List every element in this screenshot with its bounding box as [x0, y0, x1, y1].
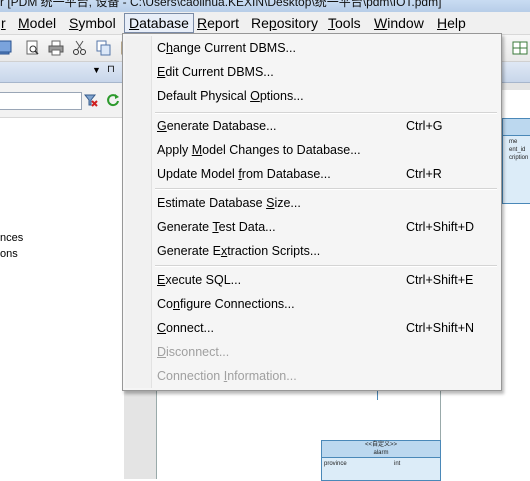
table-column-type: int: [394, 461, 401, 467]
menu-tools[interactable]: Tools: [324, 14, 365, 32]
table-title: <<自定义>> alarm: [322, 441, 440, 458]
menu-item-update-model-from-database[interactable]: Update Model from Database... Ctrl+R: [125, 162, 499, 186]
menu-separator: [155, 265, 497, 267]
menu-model[interactable]: Model: [14, 14, 60, 32]
table-symbol[interactable]: me ent_id cription: [502, 118, 530, 204]
menu-file[interactable]: r: [0, 14, 10, 32]
table-title: [503, 119, 530, 136]
menu-item-generate-database[interactable]: Generate Database... Ctrl+G: [125, 114, 499, 138]
menu-item-execute-sql[interactable]: Execute SQL... Ctrl+Shift+E: [125, 268, 499, 292]
database-icon[interactable]: [0, 40, 12, 56]
grid-icon[interactable]: [512, 40, 528, 56]
menu-item-edit-current-dbms[interactable]: Edit Current DBMS...: [125, 60, 499, 84]
menu-item-connection-information: Connection Information...: [157, 369, 297, 383]
browser-panel-header: ▼ ⊓: [0, 62, 124, 83]
menu-item-configure-connections[interactable]: Configure Connections...: [125, 292, 499, 316]
menu-separator: [155, 188, 497, 190]
table-column: me: [509, 139, 518, 145]
print-preview-icon[interactable]: [24, 40, 40, 56]
browser-panel-toolbar: [0, 83, 124, 118]
table-symbol-alarm[interactable]: <<自定义>> alarm province int: [321, 440, 441, 481]
refresh-icon[interactable]: [106, 93, 120, 107]
panel-menu-icon[interactable]: ▼: [92, 65, 101, 75]
tree-item[interactable]: ons: [0, 248, 18, 260]
print-icon[interactable]: [48, 40, 64, 56]
menu-database[interactable]: Database: [124, 13, 194, 33]
menu-item-generate-extraction-scripts[interactable]: Generate Extraction Scripts...: [125, 239, 499, 263]
table-column: cription: [509, 155, 529, 161]
menu-item-connect[interactable]: Connect... Ctrl+Shift+N: [125, 316, 499, 340]
window-title-bar: r [PDM 统一平台, 设备 - C:\Users\caolihua.KEXI…: [0, 0, 530, 12]
window-title: r [PDM 统一平台, 设备 - C:\Users\caolihua.KEXI…: [0, 0, 442, 9]
table-column: ent_id: [509, 147, 526, 153]
panel-pin-icon[interactable]: ⊓: [107, 64, 115, 75]
copy-icon[interactable]: [96, 40, 112, 56]
menu-help[interactable]: Help: [433, 14, 470, 32]
filter-clear-icon[interactable]: [84, 93, 98, 107]
menu-bar: r Model Symbol Database Report Repositor…: [0, 12, 530, 35]
menu-symbol[interactable]: Symbol: [65, 14, 120, 32]
menu-item-apply-model-changes[interactable]: Apply Model Changes to Database...: [125, 138, 499, 162]
database-menu-dropdown: Change Current DBMS... Edit Current DBMS…: [122, 33, 502, 391]
tree-item[interactable]: nces: [0, 232, 23, 244]
cut-icon[interactable]: [72, 40, 88, 56]
browser-search-input[interactable]: [0, 92, 82, 110]
menu-report[interactable]: Report: [193, 14, 243, 32]
menu-repository[interactable]: Repository: [247, 14, 322, 32]
menu-window[interactable]: Window: [370, 14, 428, 32]
menu-item-default-physical-options[interactable]: Default Physical Options...: [125, 84, 499, 108]
menu-item-change-current-dbms[interactable]: Change Current DBMS...: [125, 36, 499, 60]
table-column-name: province: [324, 461, 347, 467]
menu-item-disconnect: Disconnect...: [157, 345, 230, 359]
menu-item-estimate-database-size[interactable]: Estimate Database Size...: [125, 191, 499, 215]
menu-item-generate-test-data[interactable]: Generate Test Data... Ctrl+Shift+D: [125, 215, 499, 239]
browser-tree: nces ons: [0, 118, 124, 479]
